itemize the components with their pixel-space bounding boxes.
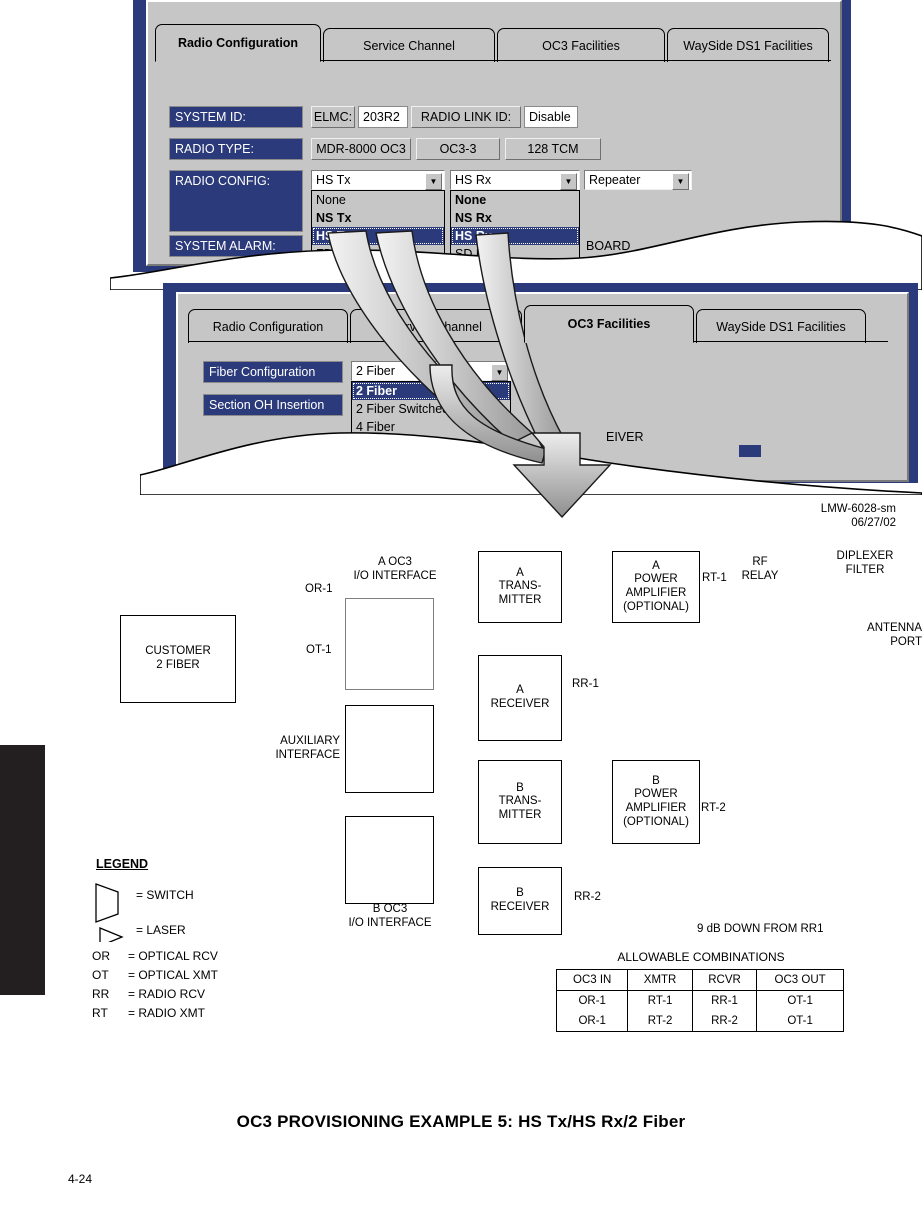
legend-text: = SWITCH <box>136 888 194 902</box>
table-header-row: OC3 IN XMTR RCVR OC3 OUT <box>555 969 844 991</box>
radio-link-id-value-field[interactable]: Disable <box>524 106 578 128</box>
table-cell: RR-1 <box>691 990 758 1011</box>
radio-type-capacity: OC3-3 <box>416 138 500 160</box>
legend-text: = LASER <box>136 923 186 937</box>
callout-arrows <box>327 230 612 519</box>
figure-title-text: OC3 PROVISIONING EXAMPLE 5: HS Tx/HS Rx/… <box>236 1112 686 1131</box>
table-header-cell: RCVR <box>691 969 758 991</box>
radio-type-modulation: 128 TCM <box>505 138 601 160</box>
field-value: Disable <box>529 110 571 124</box>
chevron-down-icon[interactable]: ▼ <box>560 173 577 190</box>
legend-switch-text: = SWITCH <box>136 888 194 902</box>
table-cell: OT-1 <box>756 1011 844 1032</box>
abbr-text: = RADIO RCV <box>128 987 206 1001</box>
label-text: RADIO TYPE: <box>175 142 254 156</box>
table-cell: OR-1 <box>555 990 629 1011</box>
radio-type-label: RADIO TYPE: <box>169 138 303 160</box>
field-value: 203R2 <box>363 110 400 124</box>
label-text: SYSTEM ID: <box>175 110 246 124</box>
table-cell: RR-2 <box>691 1011 758 1032</box>
table-cell: RT-1 <box>627 990 693 1011</box>
doc-ref-date: 06/27/02 <box>851 517 896 530</box>
legend-title-text: LEGEND <box>96 857 149 871</box>
abbr-key: OR <box>92 949 110 963</box>
table-row: OR-1 RT-2 RR-2 OT-1 <box>555 1011 844 1032</box>
radio-config-tx-combo[interactable]: HS Tx ▼ <box>311 170 445 190</box>
radio-configuration-tabstrip: Radio Configuration Service Channel OC3 … <box>155 22 831 62</box>
chevron-down-icon[interactable]: ▼ <box>672 173 689 190</box>
page-number: 4-24 <box>68 1172 92 1186</box>
legend-laser-text: = LASER <box>136 923 186 937</box>
abbr-key: RT <box>92 1006 108 1020</box>
allowable-combinations-table: OC3 IN XMTR RCVR OC3 OUT OR-1 RT-1 RR-1 … <box>555 969 844 1032</box>
tab-oc3-facilities[interactable]: OC3 Facilities <box>497 28 665 62</box>
abbr-text: = OPTICAL XMT <box>128 968 218 982</box>
label-text: ELMC: <box>313 110 353 124</box>
doc-ref-id: LMW-6028-sm <box>820 503 896 515</box>
figure-title: OC3 PROVISIONING EXAMPLE 5: HS Tx/HS Rx/… <box>0 1112 922 1132</box>
tab-label: Service Channel <box>363 38 455 53</box>
abbr-text: = OPTICAL RCV <box>128 949 218 963</box>
table-row: OR-1 RT-1 RR-1 OT-1 <box>555 990 844 1011</box>
tab-oc3-facilities[interactable]: OC3 Facilities <box>524 305 694 343</box>
chevron-down-icon[interactable]: ▼ <box>425 173 442 190</box>
abbr-text: = RADIO XMT <box>128 1006 206 1020</box>
value-text: 128 TCM <box>527 142 579 156</box>
tab-wayside-ds1-facilities[interactable]: WaySide DS1 Facilities <box>667 28 829 62</box>
value-text: OC3-3 <box>439 142 477 156</box>
legend-abbr-or: OR = OPTICAL RCV <box>92 949 218 963</box>
tab-label: OC3 Facilities <box>567 317 651 331</box>
radio-link-id-label: RADIO LINK ID: <box>411 106 521 128</box>
allowable-combinations-title: ALLOWABLE COMBINATIONS <box>556 950 846 964</box>
value-text: MDR-8000 OC3 <box>316 142 406 156</box>
legend-symbols <box>95 883 124 942</box>
tab-radio-configuration[interactable]: Radio Configuration <box>155 24 321 62</box>
tab-wayside-ds1-facilities[interactable]: WaySide DS1 Facilities <box>696 309 866 343</box>
combo-value: Repeater <box>589 173 641 187</box>
elmc-label: ELMC: <box>311 106 355 128</box>
tab-label: OC3 Facilities <box>542 38 620 53</box>
elmc-value-field[interactable]: 203R2 <box>358 106 408 128</box>
legend-abbr-rr: RR = RADIO RCV <box>92 987 205 1001</box>
combo-value: HS Tx <box>316 173 351 187</box>
document-reference: LMW-6028-sm 06/27/02 <box>700 502 896 531</box>
tab-service-channel[interactable]: Service Channel <box>323 28 495 62</box>
tab-label: WaySide DS1 Facilities <box>716 319 846 334</box>
table-cell: OT-1 <box>756 990 844 1011</box>
legend-title: LEGEND <box>96 857 148 871</box>
label-text: RADIO LINK ID: <box>420 110 512 124</box>
radio-config-mode-combo[interactable]: Repeater ▼ <box>584 170 692 190</box>
table-header-cell: XMTR <box>627 969 693 991</box>
table-header-cell: OC3 IN <box>555 969 629 991</box>
label-text: RADIO CONFIG: <box>175 174 271 188</box>
radio-type-value: MDR-8000 OC3 <box>311 138 411 160</box>
system-id-label: SYSTEM ID: <box>169 106 303 128</box>
abbr-key: RR <box>92 987 110 1001</box>
table-cell: OR-1 <box>555 1011 629 1032</box>
page-number-text: 4-24 <box>68 1172 93 1186</box>
tab-label: Radio Configuration <box>177 36 299 50</box>
legend-abbr-rt: RT = RADIO XMT <box>92 1006 205 1020</box>
radio-config-rx-combo[interactable]: HS Rx ▼ <box>450 170 580 190</box>
table-title-text: ALLOWABLE COMBINATIONS <box>617 950 785 964</box>
tab-label: WaySide DS1 Facilities <box>683 38 813 53</box>
combo-value: HS Rx <box>455 173 492 187</box>
legend-abbr-ot: OT = OPTICAL XMT <box>92 968 218 982</box>
table-cell: RT-2 <box>627 1011 693 1032</box>
abbr-key: OT <box>92 968 109 982</box>
table-header-cell: OC3 OUT <box>756 969 844 991</box>
